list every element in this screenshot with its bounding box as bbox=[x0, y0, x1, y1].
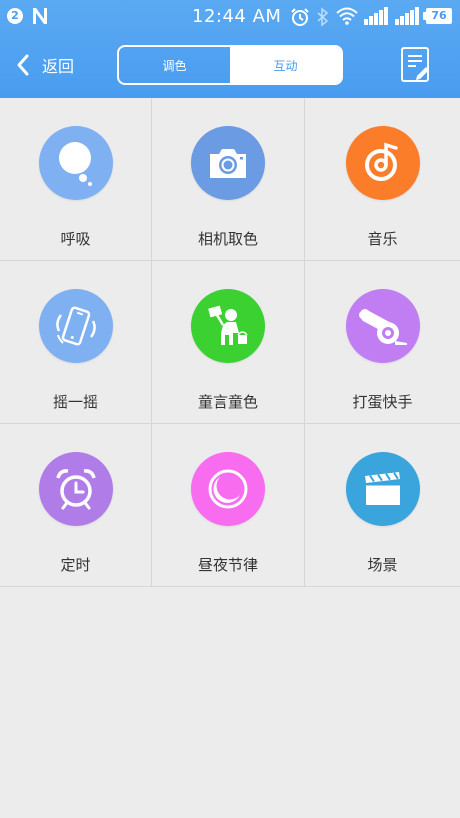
feature-circadian[interactable]: 昼夜节律 bbox=[152, 424, 305, 587]
battery-indicator: 76 bbox=[423, 8, 452, 24]
back-button[interactable]: 返回 bbox=[14, 50, 74, 80]
status-time: 12:44 AM bbox=[192, 6, 282, 27]
feature-label: 昼夜节律 bbox=[197, 556, 258, 574]
alarm-icon bbox=[291, 8, 309, 26]
feature-scene[interactable]: 场景 bbox=[305, 424, 460, 587]
mode-segmented-control: 调色 互动 bbox=[117, 45, 343, 85]
feature-label: 摇一摇 bbox=[52, 393, 98, 411]
wifi-icon bbox=[336, 7, 358, 25]
music-note-icon bbox=[345, 126, 420, 200]
moon-icon bbox=[191, 452, 265, 526]
feature-label: 相机取色 bbox=[197, 230, 258, 248]
bluetooth-icon bbox=[317, 7, 329, 27]
feature-music[interactable]: 音乐 bbox=[305, 98, 460, 261]
feature-breathe[interactable]: 呼吸 bbox=[0, 98, 152, 261]
chevron-left-icon bbox=[17, 54, 29, 76]
back-label: 返回 bbox=[42, 57, 75, 76]
feature-grid: 呼吸 相机取色 音乐 摇一摇 童言童色 打蛋快手 定时 昼夜节律 场景 bbox=[0, 98, 460, 587]
feature-camera-color[interactable]: 相机取色 bbox=[152, 98, 305, 261]
feature-shake[interactable]: 摇一摇 bbox=[0, 261, 152, 424]
notification-count-badge: 2 bbox=[7, 8, 23, 24]
feature-timer[interactable]: 定时 bbox=[0, 424, 152, 587]
feature-label: 音乐 bbox=[367, 230, 398, 248]
feature-kid-color[interactable]: 童言童色 bbox=[152, 261, 305, 424]
alarm-clock-icon bbox=[38, 452, 113, 526]
phone-shake-icon bbox=[38, 289, 113, 363]
status-bar: 2 12:44 AM 76 bbox=[0, 0, 460, 32]
navigation-bar: 返回 调色 互动 bbox=[0, 32, 460, 98]
signal-1-icon bbox=[364, 7, 388, 25]
feature-label: 场景 bbox=[367, 556, 398, 574]
painter-icon bbox=[191, 289, 265, 363]
feature-label: 打蛋快手 bbox=[352, 393, 413, 411]
cannon-icon bbox=[345, 289, 420, 363]
tab-interact[interactable]: 互动 bbox=[230, 47, 341, 83]
feature-egg-beater[interactable]: 打蛋快手 bbox=[305, 261, 460, 424]
bubble-icon bbox=[38, 126, 113, 200]
app-header: 2 12:44 AM 76 返回 调色 互动 bbox=[0, 0, 460, 98]
n-logo-icon bbox=[33, 8, 47, 24]
signal-2-icon bbox=[395, 7, 419, 25]
feature-label: 童言童色 bbox=[197, 393, 258, 411]
clapperboard-icon bbox=[345, 452, 420, 526]
feature-label: 呼吸 bbox=[60, 230, 91, 248]
feature-label: 定时 bbox=[60, 556, 91, 574]
edit-note-icon[interactable] bbox=[400, 46, 432, 84]
tab-color[interactable]: 调色 bbox=[119, 47, 230, 83]
camera-icon bbox=[191, 126, 265, 200]
